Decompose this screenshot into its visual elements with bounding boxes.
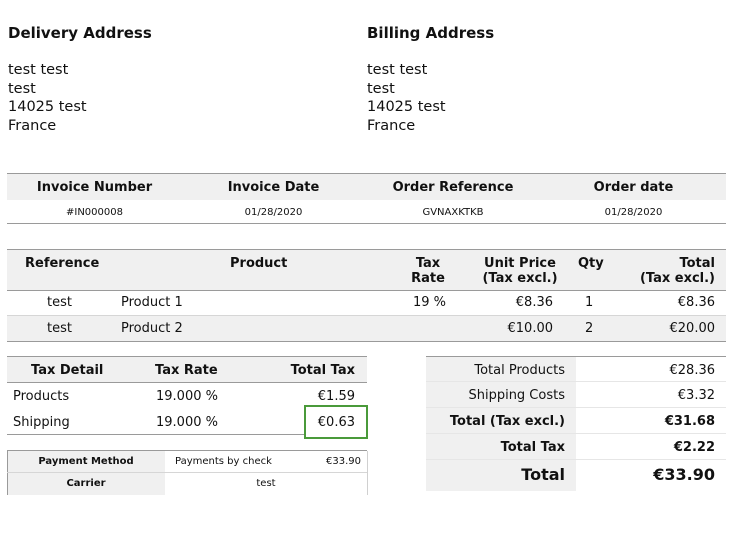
table-row-unit-price: €10.00 [507,321,554,336]
total-tax-excl-label: Total (Tax excl.) [449,414,565,429]
order-date-header: Order date [593,180,674,195]
tax-shipping-rate: 19.000 % [156,415,218,430]
table-row-product: Product 2 [121,321,183,336]
tax-rate-header-line: Tax [415,256,441,271]
payment-method-value: Payments by check [175,456,272,467]
highlight-box [304,405,368,439]
total-header-line: (Tax excl.) [639,271,715,286]
table-row-reference: test [47,295,72,310]
table-row-total: €8.36 [677,295,715,310]
delivery-address-line: France [8,117,57,134]
divider [7,290,726,291]
divider [7,434,304,435]
invoice-date-header: Invoice Date [227,180,320,195]
delivery-address-title: Delivery Address [8,24,152,42]
billing-address-block: test test test 14025 test France [367,61,446,135]
payment-method-amount: €33.90 [326,456,361,467]
product-header: Product [230,256,288,271]
divider [7,472,367,473]
carrier-value: test [256,478,276,489]
grand-total-label: Total [521,465,565,484]
total-header-line: Total [679,256,715,271]
invoice-date-value: 01/28/2020 [244,207,303,218]
order-reference-value: GVNAXKTKB [422,207,484,218]
billing-address-line: France [367,117,416,134]
divider [7,382,367,383]
invoice-number-value: #IN000008 [66,207,123,218]
tax-rate-header-line: Rate [411,271,445,286]
total-tax-header-label: Total Tax [290,363,355,378]
delivery-address-line: test [8,80,36,97]
unit-price-header-line: (Tax excl.) [482,271,558,286]
order-reference-header: Order Reference [392,180,514,195]
order-date-value: 01/28/2020 [604,207,663,218]
divider [426,433,726,434]
divider [426,381,726,382]
qty-header: Qty [578,256,604,271]
divider [367,451,368,495]
unit-price-header: Unit Price (Tax excl.) [470,256,570,286]
total-header: Total (Tax excl.) [620,256,715,286]
total-tax-excl-value: €31.68 [664,414,715,429]
tax-detail-header-label: Tax Detail [31,363,104,378]
table-row-total: €20.00 [669,321,716,336]
total-tax-label: Total Tax [500,440,565,455]
table-row-reference: test [47,321,72,336]
tax-products-rate: 19.000 % [156,389,218,404]
billing-address-title: Billing Address [367,24,495,42]
table-row-tax-rate: 19 % [413,295,447,310]
reference-header: Reference [25,256,100,271]
carrier-label: Carrier [66,478,106,489]
payment-method-label: Payment Method [38,456,134,467]
delivery-address-line: test test [8,62,69,78]
billing-address-line: test test [367,62,428,78]
table-row-bg [7,316,726,341]
total-products-label: Total Products [474,363,565,378]
delivery-address-line: 14025 test [8,99,87,115]
divider [7,223,726,224]
shipping-costs-label: Shipping Costs [468,388,565,403]
table-row-qty: 2 [585,321,594,336]
table-row-unit-price: €8.36 [515,295,553,310]
unit-price-header-line: Unit Price [484,256,556,271]
tax-products-label: Products [13,389,70,404]
table-row-qty: 1 [585,295,594,310]
grand-total-value: €33.90 [653,465,715,484]
divider [426,459,726,460]
tax-rate-header-label: Tax Rate [155,363,218,378]
table-row-product: Product 1 [121,295,183,310]
tax-rate-header: Tax Rate [398,256,458,286]
divider [426,407,726,408]
tax-shipping-label: Shipping [13,415,70,430]
total-tax-value: €2.22 [673,440,715,455]
products-header [7,250,726,290]
billing-address-line: test [367,80,395,97]
tax-products-total: €1.59 [317,389,355,404]
invoice-number-header: Invoice Number [36,180,153,195]
shipping-costs-value: €3.32 [677,388,715,403]
divider [7,341,726,342]
delivery-address-block: test test test 14025 test France [8,61,87,135]
billing-address-line: 14025 test [367,99,446,115]
total-products-value: €28.36 [669,363,716,378]
